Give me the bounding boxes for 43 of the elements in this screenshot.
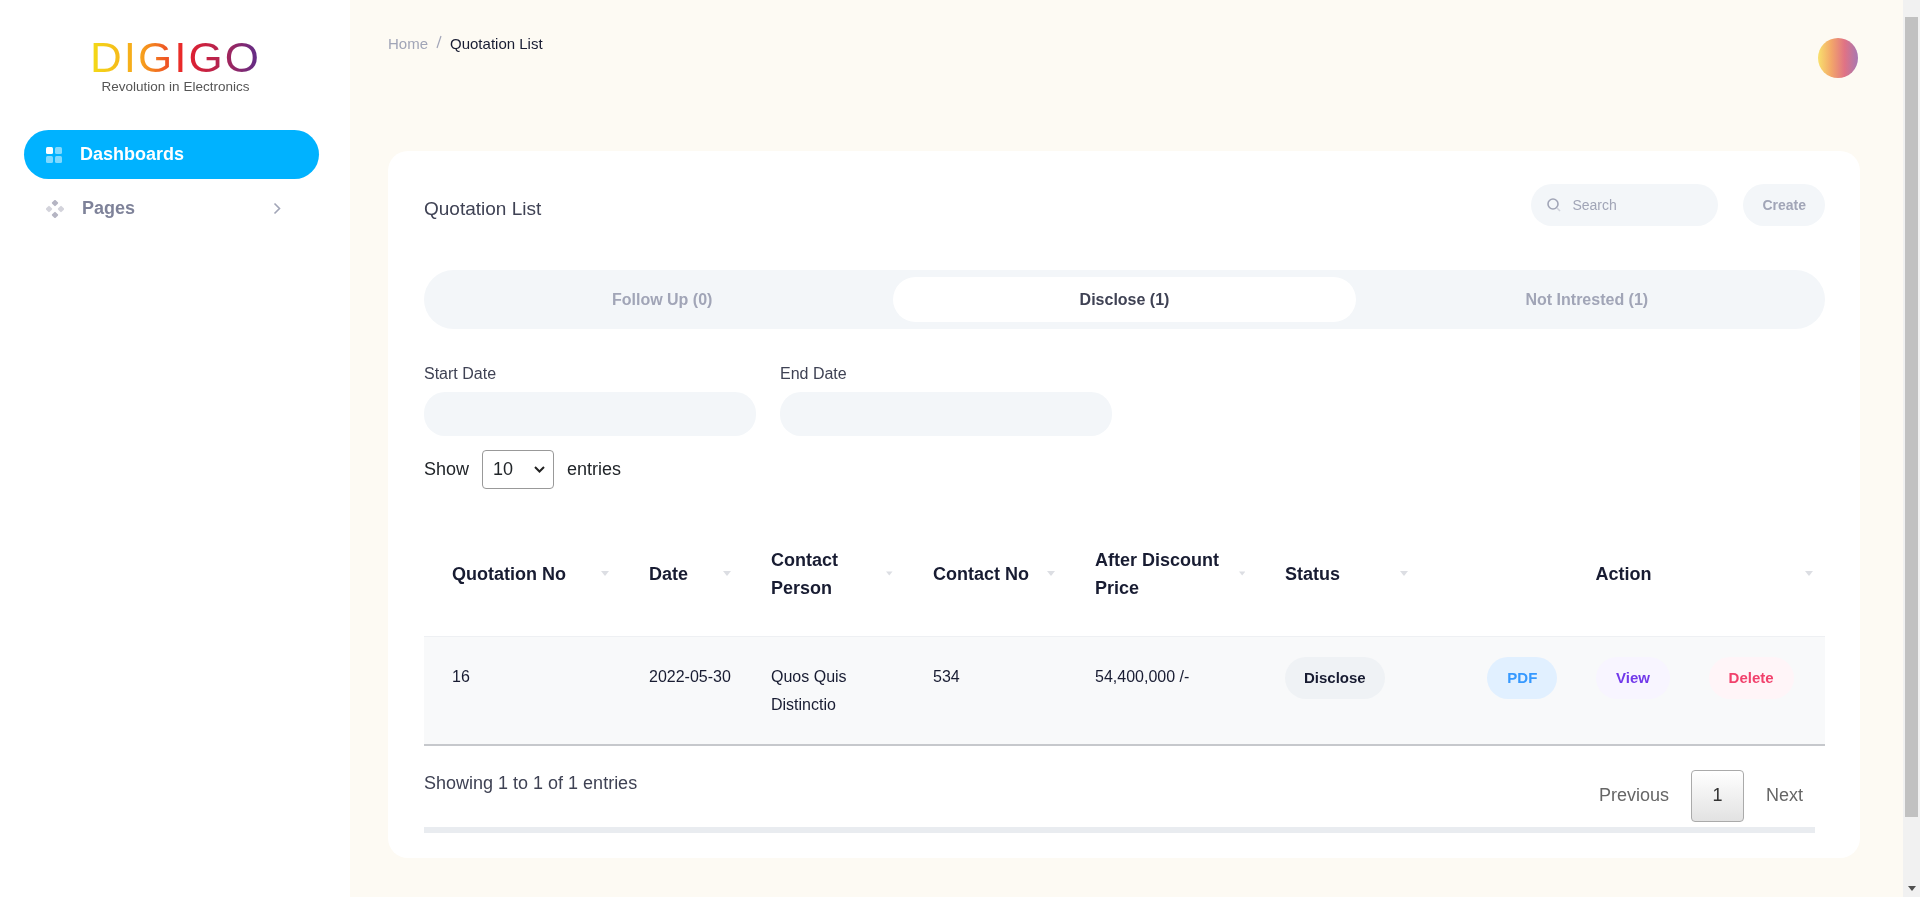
- field-label: End Date: [780, 365, 848, 383]
- sidebar-item[interactable]: Pages: [24, 184, 319, 233]
- logo-tagline: Revolution in Electronics: [101, 79, 250, 94]
- sort-icon: [1400, 571, 1408, 576]
- field-label: Start Date: [424, 365, 498, 383]
- view-button[interactable]: View: [1596, 657, 1670, 699]
- entries-select[interactable]: 10: [482, 450, 555, 489]
- sort-icon: [1805, 571, 1813, 576]
- column-header[interactable]: Date: [649, 559, 688, 588]
- grid-icon: [46, 146, 62, 163]
- delete-button[interactable]: Delete: [1708, 657, 1794, 699]
- breadcrumb-current: Quotation List: [450, 35, 543, 52]
- column-header[interactable]: Contact Person: [771, 545, 881, 602]
- entries-label: entries: [567, 459, 622, 480]
- tab[interactable]: Disclose (1): [893, 277, 1356, 322]
- table-cell: 534: [933, 668, 960, 685]
- table-cell: 2022-05-30: [649, 668, 731, 685]
- column-header[interactable]: Status: [1285, 559, 1340, 588]
- column-header[interactable]: After Discount Price: [1095, 545, 1233, 602]
- show-label: Show: [424, 459, 470, 480]
- diamonds-icon: [46, 199, 64, 218]
- sort-icon: [886, 571, 893, 576]
- column-header[interactable]: Contact No: [933, 559, 1029, 588]
- table-cell: 54,400,000 /-: [1095, 668, 1190, 685]
- chevron-right-icon: [273, 202, 281, 215]
- page-button[interactable]: 1: [1691, 769, 1744, 822]
- column-header[interactable]: Quotation No: [452, 559, 566, 588]
- table-cell: 16: [452, 668, 470, 685]
- table-info: Showing 1 to 1 of 1 entries: [424, 773, 638, 794]
- sort-icon: [601, 571, 609, 576]
- caret-icon: [534, 466, 546, 473]
- column-header[interactable]: Action: [1448, 559, 1799, 588]
- search-field[interactable]: Search: [1531, 184, 1719, 226]
- avatar[interactable]: [1818, 38, 1858, 78]
- previous-button[interactable]: Previous: [1586, 777, 1681, 814]
- sort-icon: [1238, 571, 1245, 576]
- card-title: Quotation List: [424, 198, 543, 220]
- status-badge: Disclose: [1285, 657, 1385, 699]
- next-button[interactable]: Next: [1754, 777, 1815, 814]
- table-cell: Quos Quis Distinctio: [771, 668, 847, 713]
- sort-icon: [1047, 571, 1055, 576]
- scroll-down-icon[interactable]: [1907, 886, 1916, 891]
- sort-icon: [723, 571, 731, 576]
